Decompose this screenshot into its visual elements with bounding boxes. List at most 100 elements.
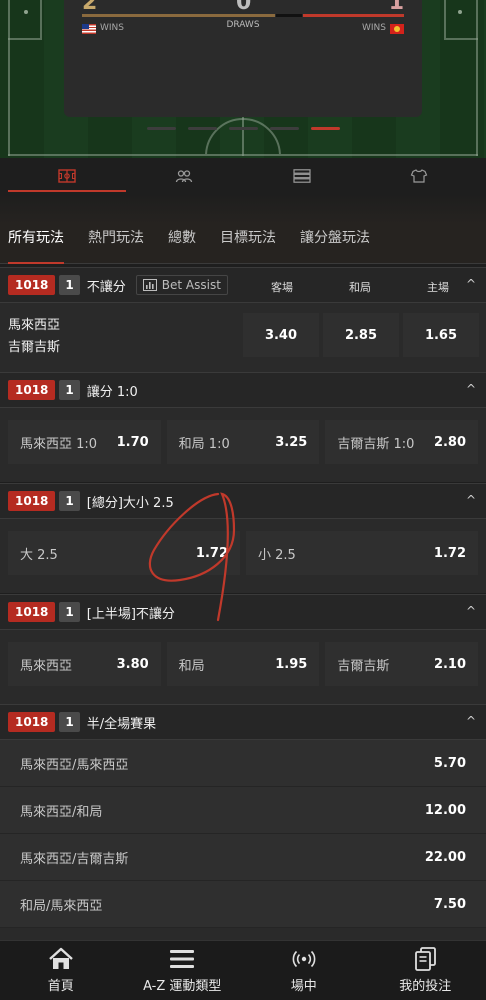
match-visualization: 2 0 1 WINS DRAWS WINS xyxy=(0,0,486,158)
market-title: [總分]大小 2.5 xyxy=(86,495,174,511)
selection-label: 馬來西亞/吉爾吉斯 xyxy=(20,851,129,867)
odds-list-row[interactable]: 馬來西亞/和局 12.00 xyxy=(0,787,486,834)
selection-label: 馬來西亞 1:0 xyxy=(20,436,98,452)
odds-button-over[interactable]: 大 2.5 1.72 xyxy=(8,531,240,575)
odds-button-away[interactable]: 3.40 xyxy=(243,313,319,357)
pager-dot-active[interactable] xyxy=(311,127,340,130)
tab-standings[interactable] xyxy=(243,158,361,194)
collapse-chevron-icon[interactable]: ^ xyxy=(466,382,476,396)
tab-head-to-head[interactable] xyxy=(126,158,244,194)
odds-row: 馬來西亞 3.80 和局 1.95 吉爾吉斯 2.10 xyxy=(0,630,486,696)
odds-value: 1.72 xyxy=(433,545,466,561)
column-header-away: 客場 xyxy=(271,281,293,294)
pitch-spot-left xyxy=(24,10,28,14)
market-handicap: 1018 1 讓分 1:0 ^ 馬來西亞 1:0 1.70 和局 1:0 3.2… xyxy=(0,372,486,482)
pager-dot[interactable] xyxy=(270,127,299,130)
market-count-badge: 1 xyxy=(59,275,80,295)
tab-all-markets[interactable]: 所有玩法 xyxy=(8,224,64,264)
market-header[interactable]: 1018 1 [上半場]不讓分 ^ xyxy=(0,594,486,630)
selection-label: 吉爾吉斯 1:0 xyxy=(337,436,415,452)
tab-popular-markets[interactable]: 熱門玩法 xyxy=(88,224,144,264)
odds-button[interactable]: 和局 1.95 xyxy=(166,642,320,686)
market-first-half-result: 1018 1 [上半場]不讓分 ^ 馬來西亞 3.80 和局 1.95 吉爾吉斯… xyxy=(0,594,486,704)
odds-button[interactable]: 吉爾吉斯 1:0 2.80 xyxy=(325,420,479,464)
market-header[interactable]: 1018 1 不讓分 Bet Assist 客場 和局 主場 ^ xyxy=(0,267,486,303)
selection-label: 大 2.5 xyxy=(20,547,58,563)
column-header-draw: 和局 xyxy=(349,281,371,294)
odds-list-row[interactable]: 馬來西亞/吉爾吉斯 22.00 xyxy=(0,834,486,881)
collapse-chevron-icon[interactable]: ^ xyxy=(466,277,476,291)
odds-list-row[interactable]: 和局/馬來西亞 7.50 xyxy=(0,881,486,928)
odds-value: 7.50 xyxy=(433,896,466,912)
tab-lineups[interactable] xyxy=(361,158,479,194)
odds-value: 3.40 xyxy=(264,327,298,343)
market-header[interactable]: 1018 1 [總分]大小 2.5 ^ xyxy=(0,483,486,519)
selection-label: 吉爾吉斯 xyxy=(337,658,390,674)
market-id-badge: 1018 xyxy=(8,712,56,732)
away-wins-count: 1 xyxy=(388,0,404,15)
draws-label: DRAWS xyxy=(226,20,260,30)
odds-button[interactable]: 和局 1:0 3.25 xyxy=(166,420,320,464)
market-over-under: 1018 1 [總分]大小 2.5 ^ 大 2.5 1.72 小 2.5 1.7… xyxy=(0,483,486,593)
bet-assist-button[interactable]: Bet Assist xyxy=(135,275,228,295)
tab-goal-markets[interactable]: 目標玩法 xyxy=(220,224,276,264)
tab-pitch[interactable] xyxy=(8,158,126,194)
odds-value: 2.10 xyxy=(433,656,467,672)
odds-button[interactable]: 馬來西亞 1:0 1.70 xyxy=(8,420,161,464)
table-list-icon xyxy=(293,169,311,183)
odds-button-draw[interactable]: 2.85 xyxy=(323,313,399,357)
market-match-result: 1018 1 不讓分 Bet Assist 客場 和局 主場 ^ 馬來西亞 吉爾… xyxy=(0,267,486,372)
team-away-name: 吉爾吉斯 xyxy=(8,340,61,355)
selection-label: 和局/馬來西亞 xyxy=(20,898,103,914)
bar-chart-icon xyxy=(142,279,157,291)
collapse-chevron-icon[interactable]: ^ xyxy=(466,714,476,728)
market-halftime-fulltime: 1018 1 半/全場賽果 ^ 馬來西亞/馬來西亞 5.70 馬來西亞/和局 1… xyxy=(0,704,486,940)
live-broadcast-icon xyxy=(292,950,316,968)
odds-list-row[interactable]: 馬來西亞/馬來西亞 5.70 xyxy=(0,740,486,787)
market-title: 讓分 1:0 xyxy=(86,384,138,400)
view-tabs xyxy=(8,158,478,194)
carousel-pager xyxy=(147,127,340,130)
nav-live[interactable]: 場中 xyxy=(243,941,365,1000)
tab-totals[interactable]: 總數 xyxy=(168,224,196,264)
pager-dot[interactable] xyxy=(147,127,176,130)
market-header[interactable]: 1018 1 半/全場賽果 ^ xyxy=(0,704,486,740)
odds-value: 2.80 xyxy=(433,434,467,450)
kyrgyzstan-flag-icon xyxy=(390,24,404,34)
selection-label: 和局 1:0 xyxy=(178,436,230,452)
tab-handicap-markets[interactable]: 讓分盤玩法 xyxy=(300,224,370,264)
market-count-badge: 1 xyxy=(59,712,80,732)
market-title: 不讓分 xyxy=(86,279,126,295)
bottom-navigation: 首頁 A-Z 運動類型 場中 我的投注 xyxy=(0,940,486,1000)
odds-row: 大 2.5 1.72 小 2.5 1.72 xyxy=(0,519,486,585)
nav-my-bets[interactable]: 我的投注 xyxy=(365,941,486,1000)
nav-sports-az-label: A-Z 運動類型 xyxy=(143,979,222,994)
market-id-badge: 1018 xyxy=(8,380,56,400)
pager-dot[interactable] xyxy=(229,127,258,130)
shirt-icon xyxy=(410,169,428,183)
market-category-tabs: 所有玩法 熱門玩法 總數 目標玩法 讓分盤玩法 xyxy=(0,224,486,264)
pager-dot[interactable] xyxy=(188,127,217,130)
odds-value: 1.72 xyxy=(195,545,228,561)
pitch-penalty-box-left xyxy=(8,0,42,40)
odds-value: 5.70 xyxy=(433,755,466,771)
home-wins-count: 2 xyxy=(82,0,98,15)
odds-button[interactable]: 馬來西亞 3.80 xyxy=(8,642,161,686)
nav-my-bets-label: 我的投注 xyxy=(399,979,452,994)
market-count-badge: 1 xyxy=(59,491,80,511)
collapse-chevron-icon[interactable]: ^ xyxy=(466,604,476,618)
home-wins-bar xyxy=(82,14,276,17)
odds-value: 2.85 xyxy=(344,327,378,343)
team-home-name: 馬來西亞 xyxy=(8,318,61,333)
odds-row: 馬來西亞 1:0 1.70 和局 1:0 3.25 吉爾吉斯 1:0 2.80 xyxy=(0,408,486,474)
collapse-chevron-icon[interactable]: ^ xyxy=(466,493,476,507)
odds-button[interactable]: 吉爾吉斯 2.10 xyxy=(325,642,479,686)
nav-sports-az[interactable]: A-Z 運動類型 xyxy=(122,941,244,1000)
pitch-penalty-box-right xyxy=(444,0,478,40)
nav-live-label: 場中 xyxy=(290,979,317,994)
market-header[interactable]: 1018 1 讓分 1:0 ^ xyxy=(0,372,486,408)
odds-button-home[interactable]: 1.65 xyxy=(403,313,479,357)
odds-button-under[interactable]: 小 2.5 1.72 xyxy=(246,531,478,575)
market-id-badge: 1018 xyxy=(8,602,56,622)
nav-home[interactable]: 首頁 xyxy=(0,941,122,1000)
